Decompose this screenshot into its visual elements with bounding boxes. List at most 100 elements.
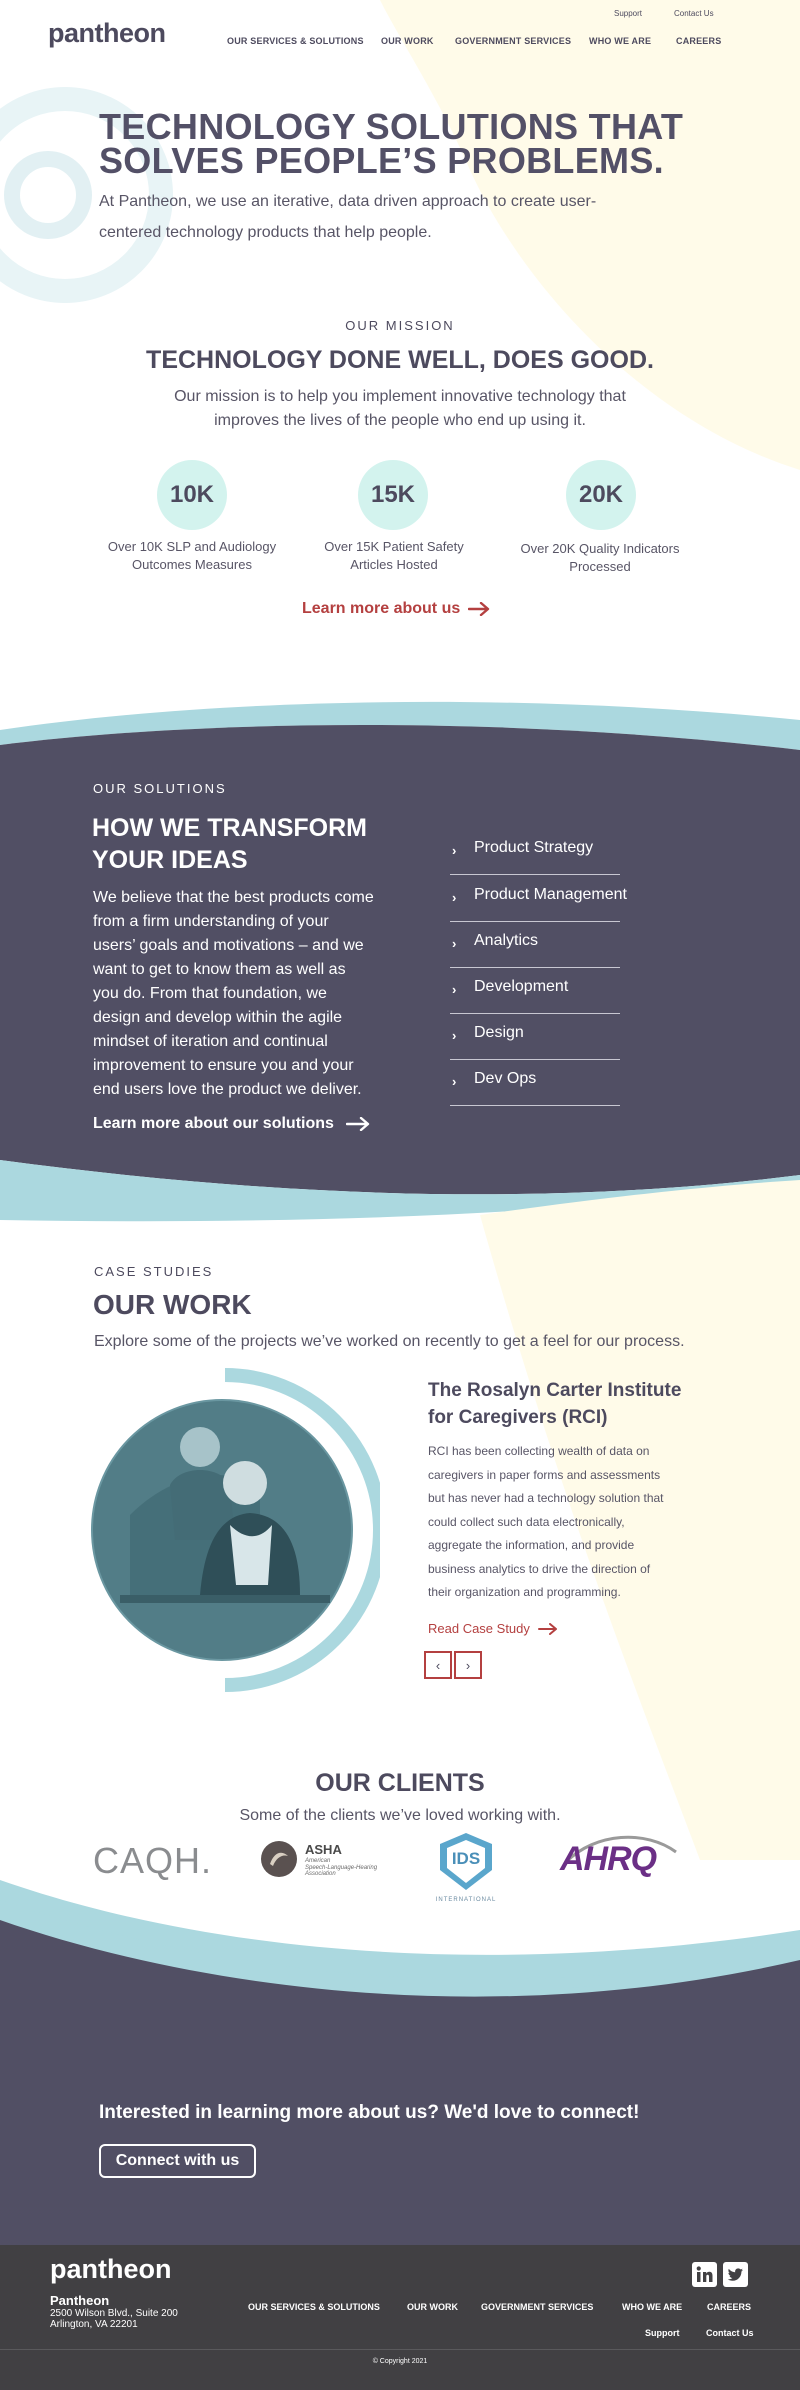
hero-description: At Pantheon, we use an iterative, data d… bbox=[99, 186, 719, 248]
cta-title: Interested in learning more about us? We… bbox=[99, 2102, 640, 2123]
stat-label-15k: Over 15K Patient Safety Articles Hosted bbox=[292, 538, 496, 574]
footer-nav-our-work[interactable]: OUR WORK bbox=[407, 2302, 458, 2312]
footer-nav-careers[interactable]: CAREERS bbox=[707, 2302, 751, 2312]
support-link[interactable]: Support bbox=[614, 9, 642, 18]
asha-subtitle: American Speech-Language-Hearing Associa… bbox=[305, 1858, 377, 1878]
stat-label-line: Over 15K Patient Safety bbox=[324, 539, 464, 554]
asha-name: ASHA bbox=[305, 1842, 342, 1857]
footer-nav-services-solutions[interactable]: OUR SERVICES & SOLUTIONS bbox=[248, 2302, 380, 2312]
solution-item-label: Product Management bbox=[474, 886, 627, 903]
stat-label-line: Articles Hosted bbox=[350, 557, 438, 572]
previous-case-button[interactable]: ‹ bbox=[424, 1651, 452, 1679]
case-body-line: business analytics to drive the directio… bbox=[428, 1561, 651, 1576]
chevron-right-icon: › bbox=[452, 843, 457, 858]
solutions-eyebrow: OUR SOLUTIONS bbox=[93, 781, 227, 796]
solution-item-label: Product Strategy bbox=[474, 839, 594, 856]
solution-item-product-strategy[interactable]: › Product Strategy bbox=[450, 829, 620, 875]
solutions-desc-line: you do. From that foundation, we bbox=[93, 985, 327, 1002]
footer-address-line: Arlington, VA 22201 bbox=[50, 2319, 138, 2330]
footer-support-link[interactable]: Support bbox=[645, 2328, 680, 2338]
footer-logo[interactable]: pantheon bbox=[50, 2254, 172, 2285]
learn-more-solutions-link[interactable]: Learn more about our solutions bbox=[93, 1115, 370, 1133]
solutions-title-line: YOUR IDEAS bbox=[92, 846, 248, 874]
solution-item-development[interactable]: › Development bbox=[450, 968, 620, 1014]
chevron-right-icon: › bbox=[452, 890, 457, 905]
solutions-desc-line: We believe that the best products come bbox=[93, 889, 374, 906]
mission-title: TECHNOLOGY DONE WELL, DOES GOOD. bbox=[146, 346, 654, 374]
footer-company-name: Pantheon bbox=[50, 2293, 110, 2308]
solutions-title: HOW WE TRANSFORM YOUR IDEAS bbox=[92, 812, 422, 876]
case-body-line: their organization and programming. bbox=[428, 1585, 621, 1599]
chevron-right-icon: › bbox=[452, 1028, 457, 1043]
nav-services-solutions[interactable]: OUR SERVICES & SOLUTIONS bbox=[227, 36, 364, 46]
footer-divider bbox=[0, 2349, 800, 2350]
stat-label-line: Over 20K Quality Indicators bbox=[520, 541, 680, 556]
solutions-desc-line: design and develop within the agile bbox=[93, 1009, 343, 1026]
stat-circle-10k: 10K bbox=[157, 460, 227, 530]
arrow-right-icon bbox=[537, 1622, 557, 1635]
mission-desc-line: Our mission is to help you implement inn… bbox=[174, 388, 626, 405]
chevron-right-icon: › bbox=[452, 1074, 457, 1089]
solutions-desc-line: improvement to ensure you and your bbox=[93, 1057, 354, 1074]
contact-us-link[interactable]: Contact Us bbox=[674, 9, 714, 18]
clients-title: OUR CLIENTS bbox=[315, 1769, 485, 1797]
clients-description: Some of the clients we’ve loved working … bbox=[239, 1807, 561, 1824]
footer-contact-us-link[interactable]: Contact Us bbox=[706, 2328, 754, 2338]
stat-label-10k: Over 10K SLP and Audiology Outcomes Meas… bbox=[90, 538, 294, 574]
solutions-desc-line: from a firm understanding of your bbox=[93, 913, 329, 930]
stat-label-20k: Over 20K Quality Indicators Processed bbox=[496, 540, 704, 576]
stat-circle-15k: 15K bbox=[358, 460, 428, 530]
work-title: OUR WORK bbox=[93, 1289, 252, 1320]
case-title-line: for Caregivers (RCI) bbox=[428, 1407, 608, 1428]
learn-more-label: Learn more about us bbox=[302, 600, 461, 617]
ahrq-text: AHRQ bbox=[560, 1840, 657, 1878]
chevron-right-icon: › bbox=[452, 982, 457, 997]
case-study-title: The Rosalyn Carter Institute for Caregiv… bbox=[428, 1377, 708, 1431]
twitter-icon[interactable] bbox=[723, 2262, 748, 2287]
solution-item-design[interactable]: › Design bbox=[450, 1014, 620, 1060]
case-study-image bbox=[91, 1368, 380, 1692]
asha-logo: ASHA American Speech-Language-Hearing As… bbox=[260, 1838, 400, 1882]
footer-nav-who-we-are[interactable]: WHO WE ARE bbox=[622, 2302, 682, 2312]
case-title-line: The Rosalyn Carter Institute bbox=[428, 1380, 682, 1401]
solution-item-dev-ops[interactable]: › Dev Ops bbox=[450, 1060, 620, 1106]
mission-eyebrow: OUR MISSION bbox=[345, 318, 455, 333]
solution-item-label: Design bbox=[474, 1024, 524, 1041]
next-case-button[interactable]: › bbox=[454, 1651, 482, 1679]
arrow-right-icon bbox=[468, 602, 490, 616]
learn-more-about-us-link[interactable]: Learn more about us bbox=[302, 600, 490, 618]
case-body-line: could collect such data electronically, bbox=[428, 1514, 625, 1529]
case-body-line: but has never had a technology solution … bbox=[428, 1491, 664, 1505]
solution-item-product-management[interactable]: › Product Management bbox=[450, 876, 627, 922]
solution-item-label: Development bbox=[474, 978, 569, 995]
stat-label-line: Outcomes Measures bbox=[132, 557, 252, 572]
solution-item-label: Dev Ops bbox=[474, 1070, 537, 1087]
work-eyebrow: CASE STUDIES bbox=[94, 1264, 214, 1279]
chevron-left-icon: ‹ bbox=[435, 1657, 441, 1673]
read-case-study-link[interactable]: Read Case Study bbox=[428, 1621, 558, 1636]
footer-nav-government-services[interactable]: GOVERNMENT SERVICES bbox=[481, 2302, 593, 2312]
solutions-desc-line: end users love the product we deliver. bbox=[93, 1081, 362, 1098]
nav-who-we-are[interactable]: WHO WE ARE bbox=[589, 36, 651, 46]
chevron-right-icon: › bbox=[465, 1657, 471, 1673]
case-body-line: RCI has been collecting wealth of data o… bbox=[428, 1444, 650, 1458]
ahrq-logo: AHRQ bbox=[556, 1832, 686, 1884]
mission-desc-line: improves the lives of the people who end… bbox=[214, 412, 586, 429]
mission-description: Our mission is to help you implement inn… bbox=[0, 385, 800, 433]
nav-our-work[interactable]: OUR WORK bbox=[381, 36, 434, 46]
site-logo[interactable]: pantheon bbox=[48, 18, 166, 49]
connect-with-us-button[interactable]: Connect with us bbox=[99, 2144, 256, 2178]
solutions-desc-line: mindset of iteration and continual bbox=[93, 1033, 328, 1050]
read-case-study-label: Read Case Study bbox=[428, 1621, 530, 1636]
solutions-description: We believe that the best products come f… bbox=[93, 886, 423, 1102]
nav-careers[interactable]: CAREERS bbox=[676, 36, 721, 46]
nav-government-services[interactable]: GOVERNMENT SERVICES bbox=[455, 36, 571, 46]
asha-emblem-icon bbox=[261, 1841, 297, 1877]
twitter-glyph bbox=[727, 2268, 743, 2281]
case-study-body: RCI has been collecting wealth of data o… bbox=[428, 1440, 708, 1605]
case-body-line: caregivers in paper forms and assessment… bbox=[428, 1467, 661, 1482]
arrow-right-icon bbox=[345, 1117, 370, 1131]
hero-title: TECHNOLOGY SOLUTIONS THAT SOLVES PEOPLE’… bbox=[99, 109, 759, 179]
solution-item-analytics[interactable]: › Analytics bbox=[450, 922, 620, 968]
linkedin-icon[interactable] bbox=[692, 2262, 717, 2287]
